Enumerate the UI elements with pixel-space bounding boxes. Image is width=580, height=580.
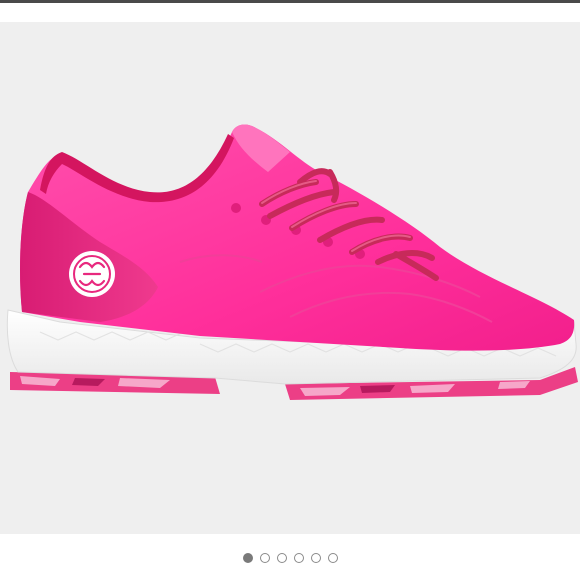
pager-dot-5[interactable] <box>310 553 321 563</box>
brand-logo <box>69 251 115 297</box>
pager-dot-2[interactable] <box>259 553 270 563</box>
pager-dot-1[interactable] <box>242 553 253 563</box>
product-gallery <box>0 0 580 580</box>
pager-dot-4[interactable] <box>293 553 304 563</box>
sneaker-illustration <box>6 124 578 400</box>
pager-dot-6[interactable] <box>327 553 338 563</box>
top-divider <box>0 0 580 3</box>
product-photo[interactable] <box>0 22 580 534</box>
image-pager <box>0 548 580 568</box>
pager-dot-3[interactable] <box>276 553 287 563</box>
